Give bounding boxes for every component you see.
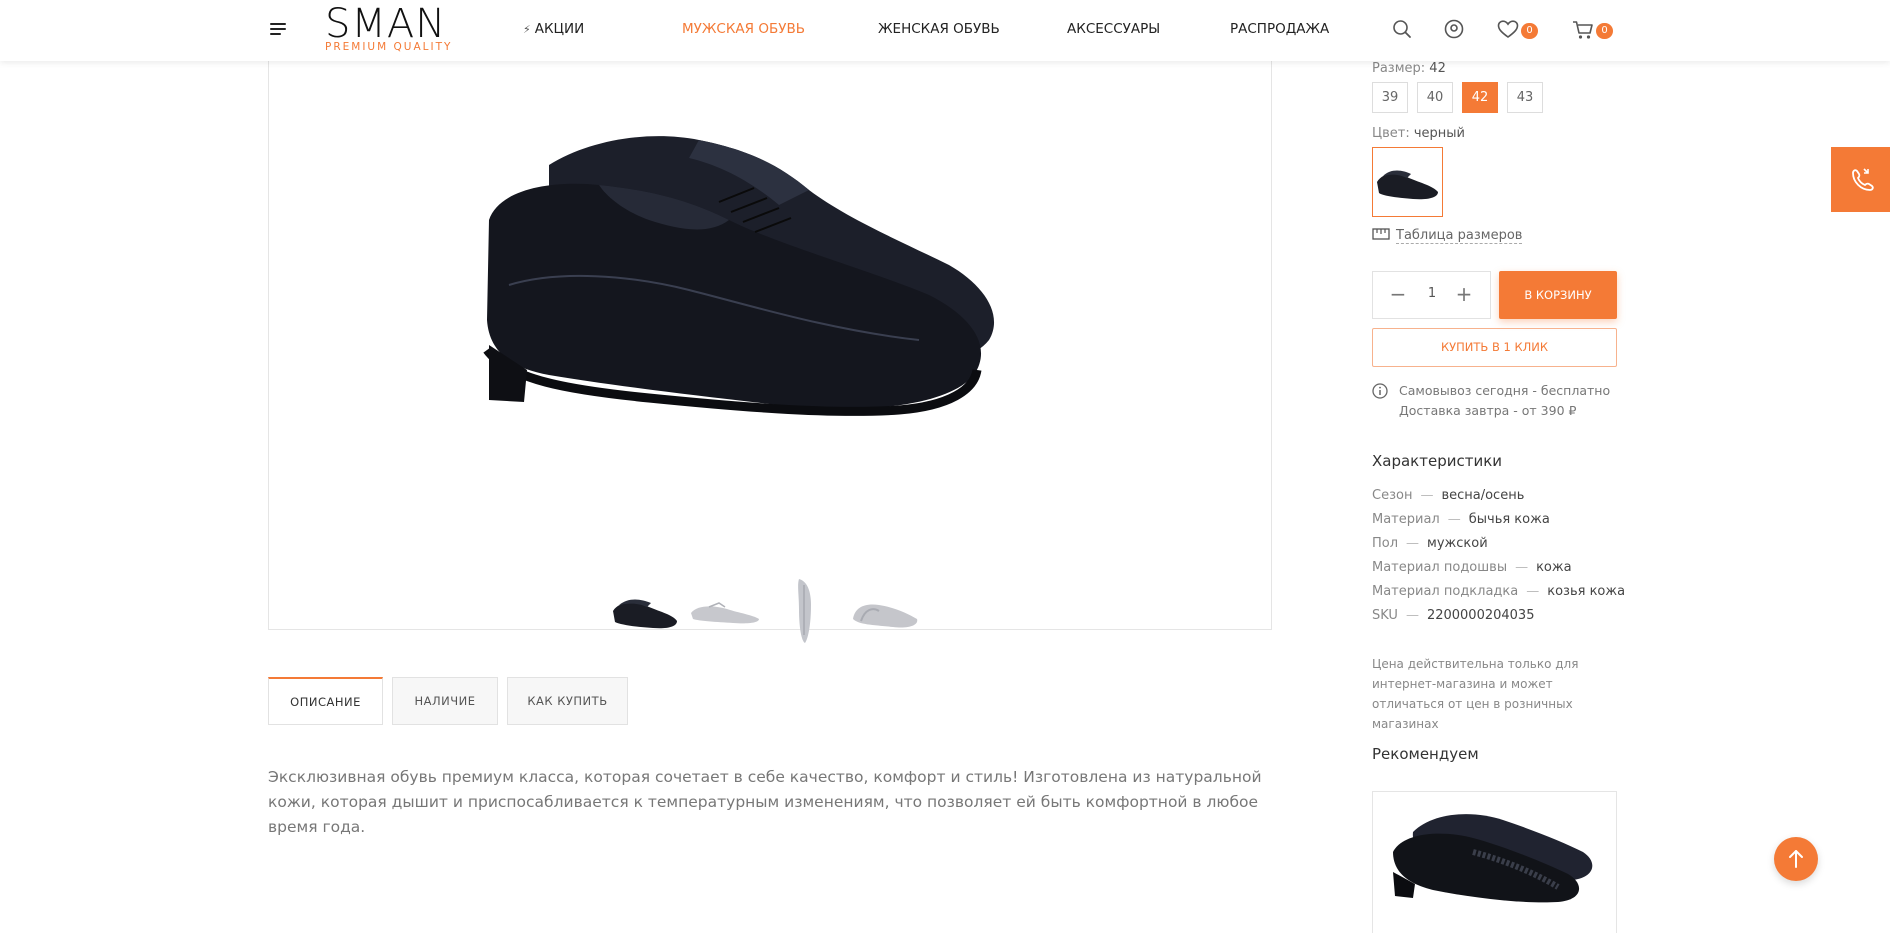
cart-count-badge: 0: [1596, 23, 1613, 39]
characteristic-value: 2200000204035: [1426, 608, 1535, 623]
size-table-label: Таблица размеров: [1396, 228, 1523, 244]
recommended-product-image: [1393, 814, 1593, 903]
add-to-cart-button[interactable]: В КОРЗИНУ: [1499, 271, 1617, 319]
size-option-40[interactable]: 40: [1417, 82, 1453, 113]
minus-icon[interactable]: −: [1387, 284, 1409, 306]
plus-icon[interactable]: +: [1453, 284, 1475, 306]
characteristic-row: Материал подкладка — козья кожа: [1372, 584, 1626, 599]
characteristic-value: весна/осень: [1441, 488, 1525, 503]
tab-how-to-buy[interactable]: КАК КУПИТЬ: [507, 677, 628, 725]
phone-icon: [1852, 168, 1874, 191]
characteristic-value: кожа: [1536, 560, 1572, 575]
thumbnail-3[interactable]: [769, 575, 841, 647]
nav-mens-shoes[interactable]: МУЖСКАЯ ОБУВЬ: [682, 21, 805, 37]
wishlist-count-badge: 0: [1521, 23, 1538, 39]
account-icon[interactable]: [1444, 19, 1464, 43]
buy-one-click-button[interactable]: КУПИТЬ В 1 КЛИК: [1372, 328, 1617, 367]
cart-icon[interactable]: [1572, 20, 1594, 44]
thumbnail-2[interactable]: [689, 575, 761, 647]
nav-womens-shoes[interactable]: ЖЕНСКАЯ ОБУВЬ: [878, 21, 1000, 37]
size-label-text: Размер:: [1372, 61, 1430, 76]
color-swatch-black[interactable]: [1372, 147, 1443, 217]
characteristics-title: Характеристики: [1372, 452, 1503, 470]
characteristic-row: Материал подошвы — кожа: [1372, 560, 1572, 575]
thumbnail-1[interactable]: [609, 575, 681, 647]
nav-promotions[interactable]: ⚡ АКЦИИ: [523, 21, 584, 37]
characteristic-value: козья кожа: [1547, 584, 1626, 599]
characteristic-row: SKU —2200000204035: [1372, 608, 1535, 623]
delivery-info: Самовывоз сегодня - бесплатно Доставка з…: [1399, 381, 1610, 421]
quantity-stepper: − 1 +: [1372, 271, 1491, 319]
tab-description[interactable]: ОПИСАНИЕ: [268, 677, 383, 725]
color-value: черный: [1413, 126, 1465, 141]
product-main-image[interactable]: [449, 70, 1109, 490]
pickup-info: Самовывоз сегодня - бесплатно: [1399, 383, 1611, 398]
size-table-link[interactable]: Таблица размеров: [1372, 228, 1523, 244]
arrow-up-icon: [1789, 850, 1803, 868]
size-label: Размер: 42: [1372, 61, 1446, 76]
characteristic-key: Пол: [1372, 536, 1399, 551]
logo-tagline: PREMIUM QUALITY: [325, 41, 453, 53]
nav-sale[interactable]: РАСПРОДАЖА: [1230, 21, 1329, 37]
nav-accessories[interactable]: АКСЕССУАРЫ: [1067, 21, 1160, 37]
color-label-text: Цвет:: [1372, 126, 1414, 141]
tab-availability[interactable]: НАЛИЧИЕ: [392, 677, 498, 725]
lightning-icon: ⚡: [523, 23, 531, 36]
characteristic-key: Материал: [1372, 512, 1440, 527]
characteristic-key: Материал подкладка: [1372, 584, 1519, 599]
nav-promotions-label: АКЦИИ: [534, 21, 585, 37]
characteristic-row: Пол — мужской: [1372, 536, 1488, 551]
site-header: SMAN PREMIUM QUALITY ⚡ АКЦИИ МУЖСКАЯ ОБУВ…: [0, 0, 1890, 61]
scroll-to-top-button[interactable]: [1774, 837, 1818, 881]
size-option-39[interactable]: 39: [1372, 82, 1408, 113]
color-label: Цвет: черный: [1372, 126, 1465, 141]
characteristics-list: Сезон — весна/осень Материал — бычья кожа По…: [1372, 484, 1625, 628]
product-gallery: [268, 50, 1272, 643]
characteristic-value: мужской: [1427, 536, 1488, 551]
recommended-product-card[interactable]: [1372, 791, 1617, 933]
product-description: Эксклюзивная обувь премиум класса, котор…: [268, 768, 1262, 836]
logo[interactable]: SMAN PREMIUM QUALITY: [325, 3, 465, 53]
logo-text: SMAN: [325, 1, 447, 47]
thumbnail-4[interactable]: [849, 575, 921, 647]
characteristic-key: Материал подошвы: [1372, 560, 1508, 575]
characteristic-row: Материал — бычья кожа: [1372, 512, 1550, 527]
info-icon: [1372, 383, 1388, 399]
size-option-43[interactable]: 43: [1507, 82, 1543, 113]
heart-icon[interactable]: [1497, 20, 1519, 43]
characteristic-key: SKU: [1372, 608, 1398, 623]
characteristic-key: Сезон: [1372, 488, 1413, 503]
search-icon[interactable]: [1392, 19, 1412, 43]
ruler-icon: [1372, 228, 1390, 240]
menu-icon[interactable]: [270, 23, 286, 35]
characteristic-value: бычья кожа: [1468, 512, 1550, 527]
quantity-value[interactable]: 1: [1421, 286, 1443, 301]
characteristic-row: Сезон — весна/осень: [1372, 488, 1525, 503]
price-disclaimer: Цена действительна только для интернет-м…: [1372, 657, 1579, 731]
size-option-42[interactable]: 42: [1462, 82, 1498, 113]
size-selected-value: 42: [1429, 61, 1446, 76]
delivery-tomorrow-info: Доставка завтра - от 390 ₽: [1399, 403, 1577, 418]
recommend-title: Рекомендуем: [1372, 745, 1479, 763]
callback-button[interactable]: [1831, 147, 1890, 212]
